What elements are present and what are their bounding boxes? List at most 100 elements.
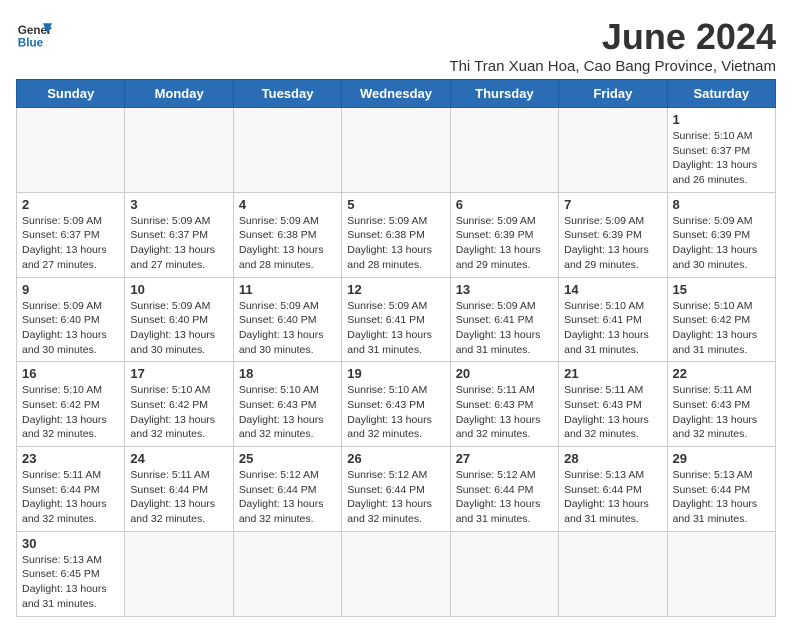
calendar-cell — [450, 108, 558, 193]
month-title: June 2024 — [449, 16, 776, 58]
day-number: 29 — [673, 451, 770, 466]
logo-icon: General Blue — [16, 16, 52, 52]
day-number: 10 — [130, 282, 227, 297]
calendar-cell: 10Sunrise: 5:09 AM Sunset: 6:40 PM Dayli… — [125, 277, 233, 362]
calendar-cell: 18 Sunrise: 5:10 AM Sunset: 6:43 PM Dayli… — [233, 362, 341, 447]
calendar-cell: 25Sunrise: 5:12 AM Sunset: 6:44 PM Dayli… — [233, 447, 341, 532]
calendar-cell: 1 Sunrise: 5:10 AM Sunset: 6:37 PM Daylig… — [667, 108, 775, 193]
day-info: Sunrise: 5:10 AM Sunset: 6:43 PM Dayligh… — [239, 383, 336, 442]
day-info: Sunrise: 5:09 AM Sunset: 6:39 PM Dayligh… — [456, 214, 553, 273]
day-info: Sunrise: 5:12 AM Sunset: 6:44 PM Dayligh… — [239, 468, 336, 527]
day-number: 4 — [239, 197, 336, 212]
calendar-cell: 2Sunrise: 5:09 AM Sunset: 6:37 PM Daylig… — [17, 192, 125, 277]
day-number: 2 — [22, 197, 119, 212]
calendar-cell — [233, 108, 341, 193]
calendar-cell: 9Sunrise: 5:09 AM Sunset: 6:40 PM Daylig… — [17, 277, 125, 362]
day-number: 22 — [673, 366, 770, 381]
day-number: 18 — [239, 366, 336, 381]
calendar-cell: 7 Sunrise: 5:09 AM Sunset: 6:39 PM Daylig… — [559, 192, 667, 277]
day-number: 26 — [347, 451, 444, 466]
header: General Blue June 2024 Thi Tran Xuan Hoa… — [16, 16, 776, 75]
day-number: 28 — [564, 451, 661, 466]
day-number: 21 — [564, 366, 661, 381]
calendar-cell: 29 Sunrise: 5:13 AM Sunset: 6:44 PM Dayli… — [667, 447, 775, 532]
calendar-cell — [17, 108, 125, 193]
calendar-cell: 19 Sunrise: 5:10 AM Sunset: 6:43 PM Dayli… — [342, 362, 450, 447]
calendar-cell: 15 Sunrise: 5:10 AM Sunset: 6:42 PM Dayli… — [667, 277, 775, 362]
col-header-monday: Monday — [125, 80, 233, 108]
calendar-cell: 22 Sunrise: 5:11 AM Sunset: 6:43 PM Dayli… — [667, 362, 775, 447]
day-info: Sunrise: 5:11 AM Sunset: 6:43 PM Dayligh… — [564, 383, 661, 442]
day-number: 14 — [564, 282, 661, 297]
day-info: Sunrise: 5:13 AM Sunset: 6:44 PM Dayligh… — [673, 468, 770, 527]
day-info: Sunrise: 5:13 AM Sunset: 6:45 PM Dayligh… — [22, 553, 119, 612]
calendar-cell: 14Sunrise: 5:10 AM Sunset: 6:41 PM Dayli… — [559, 277, 667, 362]
day-info: Sunrise: 5:11 AM Sunset: 6:44 PM Dayligh… — [22, 468, 119, 527]
day-info: Sunrise: 5:09 AM Sunset: 6:41 PM Dayligh… — [456, 299, 553, 358]
day-number: 7 — [564, 197, 661, 212]
calendar-cell — [667, 531, 775, 616]
day-info: Sunrise: 5:10 AM Sunset: 6:43 PM Dayligh… — [347, 383, 444, 442]
day-number: 19 — [347, 366, 444, 381]
calendar-cell: 16Sunrise: 5:10 AM Sunset: 6:42 PM Dayli… — [17, 362, 125, 447]
col-header-saturday: Saturday — [667, 80, 775, 108]
calendar-cell: 12 Sunrise: 5:09 AM Sunset: 6:41 PM Dayli… — [342, 277, 450, 362]
day-info: Sunrise: 5:11 AM Sunset: 6:43 PM Dayligh… — [456, 383, 553, 442]
day-number: 17 — [130, 366, 227, 381]
day-info: Sunrise: 5:09 AM Sunset: 6:38 PM Dayligh… — [239, 214, 336, 273]
calendar-week-6: 30Sunrise: 5:13 AM Sunset: 6:45 PM Dayli… — [17, 531, 776, 616]
calendar-cell — [559, 108, 667, 193]
day-number: 20 — [456, 366, 553, 381]
day-info: Sunrise: 5:11 AM Sunset: 6:44 PM Dayligh… — [130, 468, 227, 527]
calendar-cell: 21 Sunrise: 5:11 AM Sunset: 6:43 PM Dayli… — [559, 362, 667, 447]
calendar-cell: 28 Sunrise: 5:13 AM Sunset: 6:44 PM Dayli… — [559, 447, 667, 532]
day-info: Sunrise: 5:13 AM Sunset: 6:44 PM Dayligh… — [564, 468, 661, 527]
calendar-cell: 11Sunrise: 5:09 AM Sunset: 6:40 PM Dayli… — [233, 277, 341, 362]
calendar-cell: 20 Sunrise: 5:11 AM Sunset: 6:43 PM Dayli… — [450, 362, 558, 447]
day-info: Sunrise: 5:09 AM Sunset: 6:38 PM Dayligh… — [347, 214, 444, 273]
calendar-cell — [342, 531, 450, 616]
calendar-cell — [450, 531, 558, 616]
calendar-cell — [233, 531, 341, 616]
calendar-header-row: SundayMondayTuesdayWednesdayThursdayFrid… — [17, 80, 776, 108]
day-number: 9 — [22, 282, 119, 297]
day-info: Sunrise: 5:12 AM Sunset: 6:44 PM Dayligh… — [456, 468, 553, 527]
location-subtitle: Thi Tran Xuan Hoa, Cao Bang Province, Vi… — [449, 58, 776, 75]
calendar-cell — [125, 531, 233, 616]
svg-text:Blue: Blue — [18, 37, 44, 50]
day-number: 12 — [347, 282, 444, 297]
calendar-cell — [342, 108, 450, 193]
calendar-cell: 5 Sunrise: 5:09 AM Sunset: 6:38 PM Daylig… — [342, 192, 450, 277]
calendar-cell — [125, 108, 233, 193]
day-number: 24 — [130, 451, 227, 466]
calendar-cell — [559, 531, 667, 616]
day-number: 1 — [673, 112, 770, 127]
day-number: 13 — [456, 282, 553, 297]
day-info: Sunrise: 5:09 AM Sunset: 6:37 PM Dayligh… — [130, 214, 227, 273]
day-info: Sunrise: 5:11 AM Sunset: 6:43 PM Dayligh… — [673, 383, 770, 442]
day-info: Sunrise: 5:09 AM Sunset: 6:41 PM Dayligh… — [347, 299, 444, 358]
day-info: Sunrise: 5:09 AM Sunset: 6:39 PM Dayligh… — [564, 214, 661, 273]
day-info: Sunrise: 5:10 AM Sunset: 6:42 PM Dayligh… — [130, 383, 227, 442]
calendar-cell: 3Sunrise: 5:09 AM Sunset: 6:37 PM Daylig… — [125, 192, 233, 277]
calendar: SundayMondayTuesdayWednesdayThursdayFrid… — [16, 79, 776, 617]
calendar-cell: 27Sunrise: 5:12 AM Sunset: 6:44 PM Dayli… — [450, 447, 558, 532]
calendar-week-3: 9Sunrise: 5:09 AM Sunset: 6:40 PM Daylig… — [17, 277, 776, 362]
calendar-week-1: 1 Sunrise: 5:10 AM Sunset: 6:37 PM Daylig… — [17, 108, 776, 193]
col-header-wednesday: Wednesday — [342, 80, 450, 108]
calendar-week-2: 2 Sunrise: 5:09 AM Sunset: 6:37 PM Daylig… — [17, 192, 776, 277]
calendar-cell: 23 Sunrise: 5:11 AM Sunset: 6:44 PM Dayli… — [17, 447, 125, 532]
day-info: Sunrise: 5:10 AM Sunset: 6:37 PM Dayligh… — [673, 129, 770, 188]
day-number: 11 — [239, 282, 336, 297]
day-number: 23 — [22, 451, 119, 466]
day-number: 5 — [347, 197, 444, 212]
calendar-week-5: 23 Sunrise: 5:11 AM Sunset: 6:44 PM Dayli… — [17, 447, 776, 532]
calendar-cell: 24 Sunrise: 5:11 AM Sunset: 6:44 PM Dayli… — [125, 447, 233, 532]
day-number: 6 — [456, 197, 553, 212]
col-header-friday: Friday — [559, 80, 667, 108]
day-number: 15 — [673, 282, 770, 297]
logo: General Blue — [16, 16, 52, 52]
day-info: Sunrise: 5:10 AM Sunset: 6:42 PM Dayligh… — [673, 299, 770, 358]
day-info: Sunrise: 5:09 AM Sunset: 6:39 PM Dayligh… — [673, 214, 770, 273]
calendar-cell: 26Sunrise: 5:12 AM Sunset: 6:44 PM Dayli… — [342, 447, 450, 532]
